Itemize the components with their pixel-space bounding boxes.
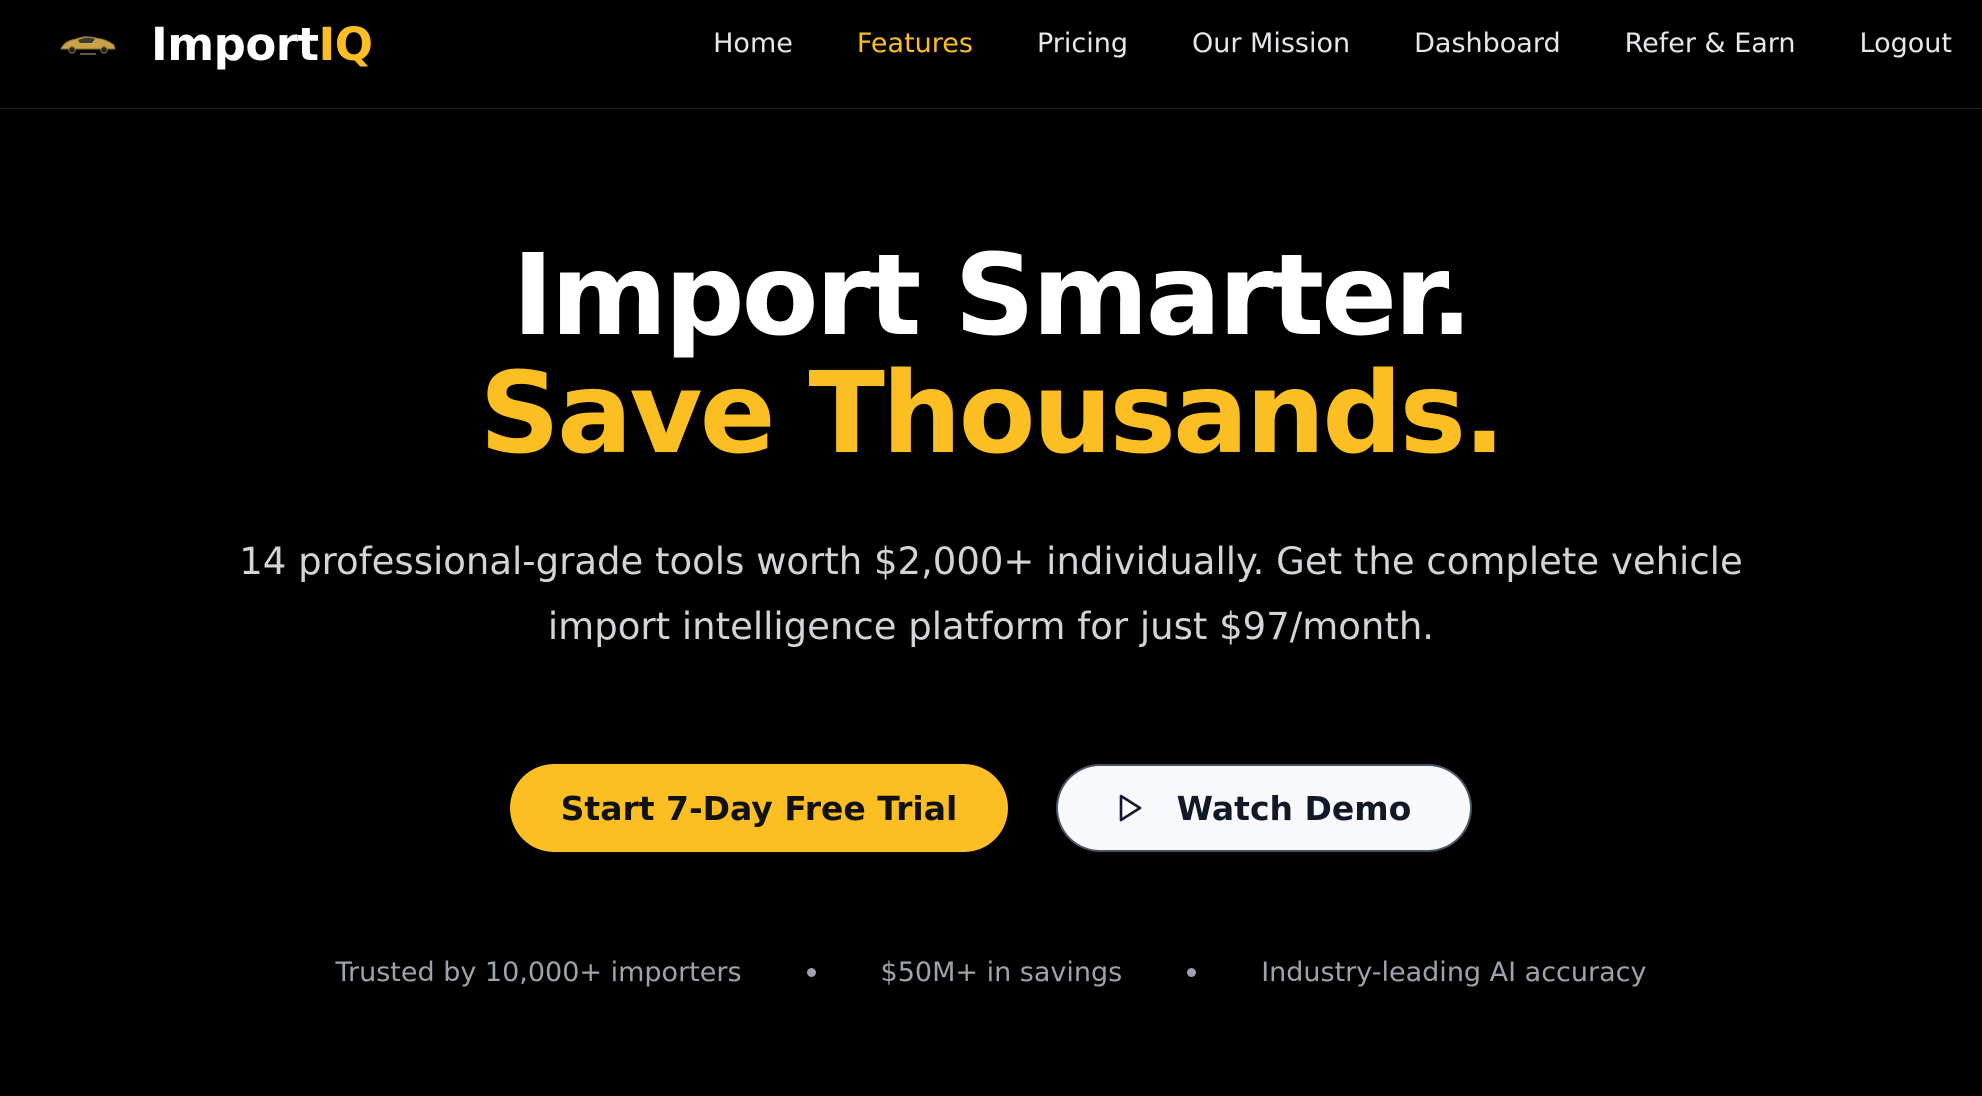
nav-link-refer-and-earn[interactable]: Refer & Earn [1625,28,1796,59]
nav-link-dashboard[interactable]: Dashboard [1414,28,1560,59]
nav-link-logout[interactable]: Logout [1860,28,1952,59]
hero-section: Import Smarter. Save Thousands. 14 profe… [0,110,1982,988]
play-icon [1119,794,1141,822]
watch-demo-button[interactable]: Watch Demo [1056,764,1472,852]
hero-subtext: 14 professional-grade tools worth $2,000… [239,540,1743,648]
separator-dot [806,968,816,977]
brand-name-accent: IQ [318,17,373,71]
nav-link-home[interactable]: Home [713,28,793,59]
brand-name: ImportIQ [151,17,373,71]
hero-cta-row: Start 7-Day Free Trial Watch Demo [0,764,1982,852]
primary-nav: Home Features Pricing Our Mission Dashbo… [649,0,1952,87]
start-free-trial-button[interactable]: Start 7-Day Free Trial [510,764,1008,852]
car-logo-icon [60,36,116,55]
separator-dot [1187,968,1197,977]
watch-demo-label: Watch Demo [1176,788,1412,828]
hero-headline: Import Smarter. Save Thousands. [0,237,1982,473]
start-free-trial-label: Start 7-Day Free Trial [560,788,958,828]
nav-link-pricing[interactable]: Pricing [1037,28,1128,59]
trust-item-importers: Trusted by 10,000+ importers [335,957,742,988]
trust-item-savings: $50M+ in savings [880,957,1123,988]
nav-link-our-mission[interactable]: Our Mission [1192,28,1350,59]
trust-indicators: Trusted by 10,000+ importers $50M+ in sa… [0,957,1982,988]
brand-logo-link[interactable]: ImportIQ [58,14,373,74]
top-navbar: ImportIQ Home Features Pricing Our Missi… [0,0,1982,109]
hero-headline-line1: Import Smarter. [512,231,1473,361]
trust-item-ai-accuracy: Industry-leading AI accuracy [1261,957,1647,988]
hero-headline-line2: Save Thousands. [479,349,1505,479]
brand-name-main: Import [151,17,319,71]
nav-link-features[interactable]: Features [857,28,973,59]
